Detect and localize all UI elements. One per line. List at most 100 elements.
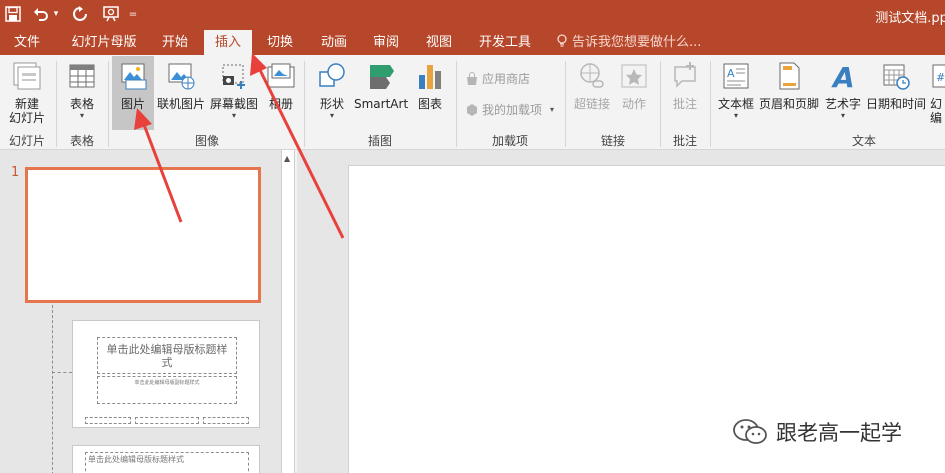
picture-button[interactable]: 图片 — [112, 56, 154, 130]
slide-number-button[interactable]: # 幻 编 — [930, 61, 945, 127]
star-icon — [621, 64, 647, 88]
group-label-links: 链接 — [600, 134, 625, 148]
slide-master-thumbnail[interactable] — [25, 167, 261, 303]
watermark: 跟老高一起学 — [732, 417, 902, 447]
layout-thumbnail[interactable]: 单击此处编辑母版标题样式 单击此处编辑母版副标题样式 — [72, 320, 260, 428]
comment-label: 批注 — [672, 97, 697, 111]
textbox-icon: A — [723, 63, 749, 89]
undo-dropdown-icon[interactable]: ▾ — [51, 4, 61, 24]
layout-title-placeholder: 单击此处编辑母版标题样式 — [97, 337, 237, 374]
group-label-comments: 批注 — [672, 134, 697, 148]
header-footer-button[interactable]: 页眉和页脚 — [757, 61, 821, 127]
date-time-button[interactable]: 日期和时间 — [864, 61, 928, 127]
picture-label: 图片 — [120, 97, 145, 111]
wordart-button[interactable]: A 艺术字 ▾ — [822, 61, 864, 127]
tab-file[interactable]: 文件 — [0, 30, 54, 55]
redo-icon[interactable] — [71, 4, 89, 24]
document-title: 测试文档.ppt — [875, 11, 945, 26]
new-slide-label-2: 幻灯片 — [8, 111, 45, 125]
tab-insert[interactable]: 插入 — [204, 30, 252, 55]
lightbulb-icon — [557, 34, 567, 47]
header-footer-icon — [779, 62, 800, 90]
tab-review[interactable]: 审阅 — [362, 30, 410, 55]
table-icon — [69, 64, 95, 88]
action-label: 动作 — [621, 97, 646, 111]
scroll-up-icon[interactable]: ▲ — [284, 154, 290, 163]
footer-placeholder — [135, 417, 199, 424]
new-slide-button[interactable]: 新建 幻灯片 — [2, 61, 52, 127]
layout-thumbnail[interactable]: 单击此处编辑母版标题样式 — [72, 445, 260, 473]
comment-icon — [674, 62, 696, 88]
textbox-button[interactable]: A 文本框 ▾ — [715, 61, 757, 127]
group-separator — [108, 61, 109, 147]
shapes-icon — [319, 63, 345, 87]
watermark-text: 跟老高一起学 — [776, 421, 902, 445]
tab-developer[interactable]: 开发工具 — [470, 30, 540, 55]
chevron-down-icon: ▾ — [329, 111, 334, 120]
calendar-clock-icon — [883, 64, 910, 90]
textbox-label: 文本框 — [717, 97, 754, 111]
photo-album-icon — [267, 63, 295, 88]
slideshow-icon[interactable] — [100, 4, 124, 24]
table-label: 表格 — [69, 97, 94, 111]
group-label-images: 图像 — [194, 134, 219, 148]
shapes-label: 形状 — [319, 97, 344, 111]
svg-text:#: # — [936, 71, 945, 84]
smartart-button[interactable]: SmartArt — [354, 61, 408, 127]
hyperlink-icon — [580, 63, 604, 88]
pane-divider[interactable] — [295, 150, 297, 473]
new-slide-icon — [13, 62, 41, 90]
shapes-button[interactable]: 形状 ▾ — [310, 61, 354, 127]
chevron-down-icon: ▾ — [840, 111, 845, 120]
hyperlink-label: 超链接 — [573, 97, 610, 111]
chart-icon — [419, 65, 441, 89]
thumbnail-scrollbar[interactable]: ▲ — [281, 150, 295, 473]
title-bar: ▾ = 测试文档.ppt — [0, 0, 945, 30]
tab-home[interactable]: 开始 — [150, 30, 200, 55]
customize-toolbar-icon[interactable]: = — [128, 4, 138, 24]
smartart-icon — [370, 65, 394, 89]
date-placeholder — [85, 417, 131, 424]
wordart-label: 艺术字 — [824, 97, 861, 111]
date-time-label: 日期和时间 — [865, 97, 926, 111]
app-store-button[interactable]: 应用商店 — [465, 70, 530, 87]
online-picture-button[interactable]: 联机图片 — [155, 61, 207, 127]
header-footer-label: 页眉和页脚 — [758, 97, 819, 111]
hyperlink-button[interactable]: 超链接 — [570, 61, 614, 127]
undo-icon[interactable] — [32, 4, 50, 24]
tab-animations[interactable]: 动画 — [310, 30, 358, 55]
wechat-icon — [733, 419, 767, 444]
chevron-down-icon: ▾ — [733, 111, 738, 120]
screenshot-icon — [222, 64, 245, 89]
wordart-icon: A — [831, 61, 855, 91]
screenshot-button[interactable]: 屏幕截图 ▾ — [208, 61, 260, 127]
app-store-label: 应用商店 — [482, 72, 531, 86]
comment-button[interactable]: 批注 — [664, 61, 706, 127]
save-icon[interactable] — [3, 4, 23, 24]
group-label-illustrations: 插图 — [367, 134, 392, 148]
online-picture-icon — [168, 63, 195, 90]
slide-number: 1 — [11, 165, 20, 180]
layout-subtitle-placeholder: 单击此处编辑母版副标题样式 — [97, 376, 237, 404]
tab-transitions[interactable]: 切换 — [256, 30, 304, 55]
table-button[interactable]: 表格 ▾ — [60, 61, 104, 127]
slide-number-label-1: 幻 — [930, 97, 943, 111]
tell-me-text: 告诉我您想要做什么... — [572, 35, 702, 50]
chart-label: 图表 — [417, 97, 442, 111]
layout-connector — [52, 372, 72, 373]
powerpoint-window: ▾ = 测试文档.ppt 文件 幻灯片母版 开始 插入 切换 动画 审阅 视图 … — [0, 0, 945, 473]
tell-me-search[interactable]: 告诉我您想要做什么... — [556, 30, 701, 55]
action-button[interactable]: 动作 — [614, 61, 654, 127]
my-addins-button[interactable]: 我的加载项 ▾ — [465, 101, 554, 118]
chart-button[interactable]: 图表 — [410, 61, 450, 127]
smartart-label: SmartArt — [354, 97, 409, 111]
chevron-down-icon: ▾ — [79, 111, 84, 120]
photo-album-button[interactable]: 相册 — [262, 61, 300, 127]
group-label-slides: 幻灯片 — [8, 134, 45, 148]
tab-view[interactable]: 视图 — [415, 30, 463, 55]
group-separator — [304, 61, 305, 147]
svg-text:A: A — [727, 67, 735, 80]
tab-slide-master[interactable]: 幻灯片母版 — [62, 30, 146, 55]
ribbon-insert: 新建 幻灯片 幻灯片 表格 ▾ 表格 图片 联机图片 屏幕截图 ▾ 相册 图像 … — [0, 55, 945, 150]
photo-album-label: 相册 — [268, 97, 293, 111]
